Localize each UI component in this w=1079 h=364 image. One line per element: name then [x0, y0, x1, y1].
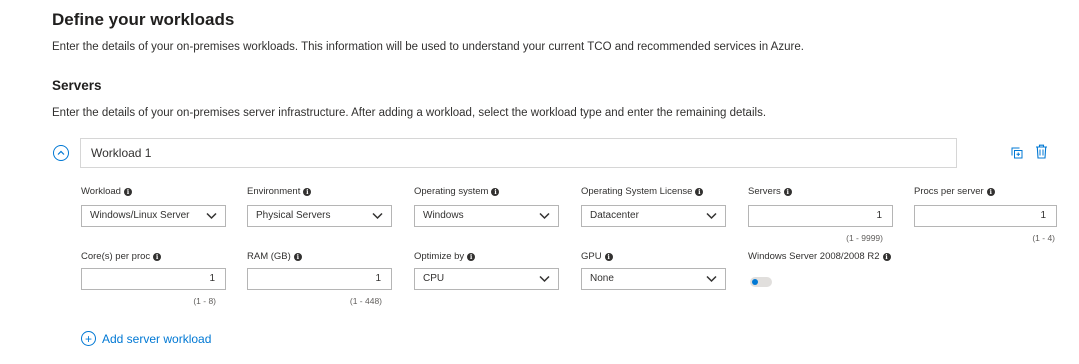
optimize-by-label: Optimize by i [414, 251, 476, 262]
servers-heading: Servers [52, 78, 102, 93]
collapse-workload-button[interactable] [53, 145, 69, 161]
environment-value: Physical Servers [256, 210, 331, 221]
optimize-by-select[interactable]: CPU [414, 268, 559, 290]
os-license-value: Datacenter [590, 210, 639, 221]
duplicate-workload-button[interactable] [1011, 146, 1023, 164]
cores-per-proc-input[interactable]: 1 [81, 268, 226, 290]
delete-workload-button[interactable] [1035, 144, 1048, 164]
chevron-down-icon [706, 275, 717, 283]
servers-description: Enter the details of your on-premises se… [52, 107, 767, 119]
info-icon[interactable]: i [491, 187, 500, 196]
chevron-down-icon [539, 275, 550, 283]
os-license-select[interactable]: Datacenter [581, 205, 726, 227]
ram-label: RAM (GB) i [247, 251, 302, 262]
chevron-up-icon [57, 150, 65, 155]
info-icon[interactable]: i [882, 252, 891, 261]
info-icon[interactable]: i [986, 187, 995, 196]
info-icon[interactable]: i [604, 252, 613, 261]
procs-per-server-label: Procs per server i [914, 186, 995, 197]
chevron-down-icon [706, 212, 717, 220]
toggle-knob [752, 279, 758, 285]
info-icon[interactable]: i [467, 252, 476, 261]
optimize-by-value: CPU [423, 273, 445, 284]
windows-server-2008-label: Windows Server 2008/2008 R2 i [748, 251, 891, 262]
workload-type-select[interactable]: Windows/Linux Server [81, 205, 226, 227]
os-license-label: Operating System License i [581, 186, 704, 197]
chevron-down-icon [372, 212, 383, 220]
ram-input[interactable]: 1 [247, 268, 392, 290]
operating-system-value: Windows [423, 210, 464, 221]
page-description: Enter the details of your on-premises wo… [52, 41, 804, 53]
gpu-value: None [590, 273, 614, 284]
environment-label: Environment i [247, 186, 312, 197]
procs-per-server-input[interactable]: 1 [914, 205, 1057, 227]
info-icon[interactable]: i [293, 252, 302, 261]
info-icon[interactable]: i [123, 187, 132, 196]
cores-per-proc-label: Core(s) per proc i [81, 251, 162, 262]
plus-circle-icon: + [81, 331, 96, 346]
workload-name-input[interactable]: Workload 1 [80, 138, 957, 168]
add-server-workload-label: Add server workload [102, 331, 212, 346]
servers-count-label: Servers i [748, 186, 792, 197]
chevron-down-icon [539, 212, 550, 220]
delete-icon [1036, 144, 1047, 159]
environment-select[interactable]: Physical Servers [247, 205, 392, 227]
ram-range-hint: (1 - 448) [349, 296, 382, 306]
page-title: Define your workloads [52, 10, 235, 29]
chevron-down-icon [206, 212, 217, 220]
workload-type-value: Windows/Linux Server [90, 210, 190, 221]
procs-range-hint: (1 - 4) [1032, 233, 1055, 243]
copy-icon [1011, 147, 1023, 159]
add-server-workload-button[interactable]: + Add server workload [81, 331, 211, 346]
servers-count-input[interactable]: 1 [748, 205, 893, 227]
info-icon[interactable]: i [783, 187, 792, 196]
windows-server-2008-toggle[interactable] [750, 277, 772, 287]
info-icon[interactable]: i [303, 187, 312, 196]
gpu-label: GPU i [581, 251, 613, 262]
gpu-select[interactable]: None [581, 268, 726, 290]
servers-range-hint: (1 - 9999) [846, 233, 883, 243]
info-icon[interactable]: i [153, 252, 162, 261]
info-icon[interactable]: i [695, 187, 704, 196]
cores-range-hint: (1 - 8) [193, 296, 216, 306]
operating-system-label: Operating system i [414, 186, 500, 197]
workload-type-label: Workload i [81, 186, 132, 197]
operating-system-select[interactable]: Windows [414, 205, 559, 227]
